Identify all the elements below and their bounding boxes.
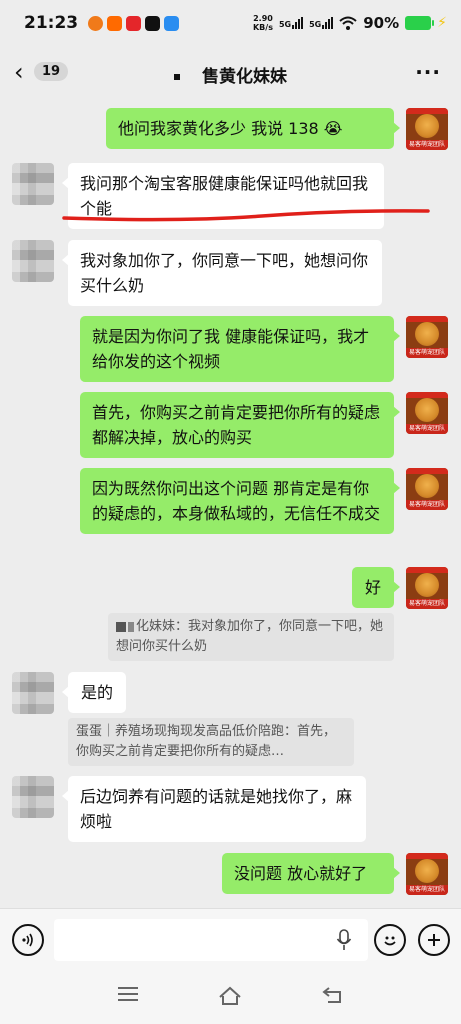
message-bubble-incoming[interactable]: 是的 (62, 672, 126, 713)
blurred-name (128, 621, 134, 632)
my-avatar[interactable]: 易客萌宠团队 (406, 108, 448, 150)
quoted-message[interactable]: 化妹妹：我对象加你了，你同意一下吧，她想问你买什么奶 (108, 613, 394, 661)
message-bubble-outgoing[interactable]: 他问我家黄化多少 我说 138 😭 (106, 108, 400, 149)
chat-app-icon (88, 15, 104, 31)
message-input[interactable] (54, 919, 368, 961)
charging-icon: ⚡ (437, 15, 447, 31)
contact-avatar[interactable] (12, 163, 54, 205)
chat-header: ‹ 19 售黄化妹妹 ··· (0, 46, 461, 102)
news-app-icon (126, 15, 142, 31)
status-bar: 21:23 2.90 KB/s 5G 5G 90% ⚡ (0, 0, 461, 46)
menu-icon[interactable] (118, 986, 138, 1002)
message-bubble-incoming[interactable]: 后边饲养有问题的话就是她找你了，麻烦啦 (62, 776, 366, 842)
quoted-message[interactable]: 蛋蛋｜养殖场现掏现发高品低价陪跑：首先，你购买之前肯定要把你所有的疑虑… (68, 718, 354, 766)
system-navigation-bar (0, 970, 461, 1024)
signal-1: 5G (279, 17, 304, 29)
my-avatar[interactable]: 易客萌宠团队 (406, 316, 448, 358)
red-underline-annotation (62, 209, 430, 222)
my-avatar[interactable]: 易客萌宠团队 (406, 853, 448, 895)
contact-avatar[interactable] (12, 672, 54, 714)
network-speed: 2.90 KB/s (252, 14, 273, 32)
signal-bars-icon (292, 17, 304, 29)
my-avatar[interactable]: 易客萌宠团队 (406, 468, 448, 510)
back-icon[interactable] (322, 986, 344, 1004)
battery-percent: 90% (363, 14, 400, 32)
contact-status-dot (174, 74, 180, 80)
message-bubble-incoming[interactable]: 我对象加你了，你同意一下吧，她想问你买什么奶 (62, 240, 382, 306)
shopping-app-icon (107, 15, 123, 31)
video-app-icon (145, 15, 161, 31)
signal-bars-icon (322, 17, 334, 29)
message-bubble-outgoing[interactable]: 好 (352, 567, 400, 608)
more-options-icon[interactable]: ··· (415, 60, 441, 84)
signal-2: 5G (309, 17, 334, 29)
status-time: 21:23 (24, 13, 79, 33)
battery-icon (405, 16, 435, 30)
message-input-bar (0, 908, 461, 970)
message-bubble-outgoing[interactable]: 就是因为你问了我 健康能保证吗，我才给你发的这个视频 (80, 316, 400, 382)
chat-title: 售黄化妹妹 (0, 62, 461, 87)
home-icon[interactable] (218, 986, 242, 1006)
emoji-icon[interactable] (374, 924, 406, 956)
contact-avatar[interactable] (12, 240, 54, 282)
browser-app-icon (164, 15, 180, 31)
plus-icon[interactable] (418, 924, 450, 956)
contact-avatar[interactable] (12, 776, 54, 818)
mic-icon[interactable] (336, 929, 352, 951)
blurred-name (116, 621, 126, 632)
my-avatar[interactable]: 易客萌宠团队 (406, 567, 448, 609)
message-bubble-outgoing[interactable]: 因为既然你问出这个问题 那肯定是有你的疑虑的，本身做私域的，无信任不成交 (80, 468, 400, 534)
wifi-icon (339, 16, 357, 30)
my-avatar[interactable]: 易客萌宠团队 (406, 392, 448, 434)
message-bubble-outgoing[interactable]: 没问题 放心就好了 (222, 853, 400, 894)
message-bubble-outgoing[interactable]: 首先，你购买之前肯定要把你所有的疑虑都解决掉，放心的购买 (80, 392, 400, 458)
voice-icon[interactable] (12, 924, 44, 956)
status-app-icons (88, 15, 180, 31)
